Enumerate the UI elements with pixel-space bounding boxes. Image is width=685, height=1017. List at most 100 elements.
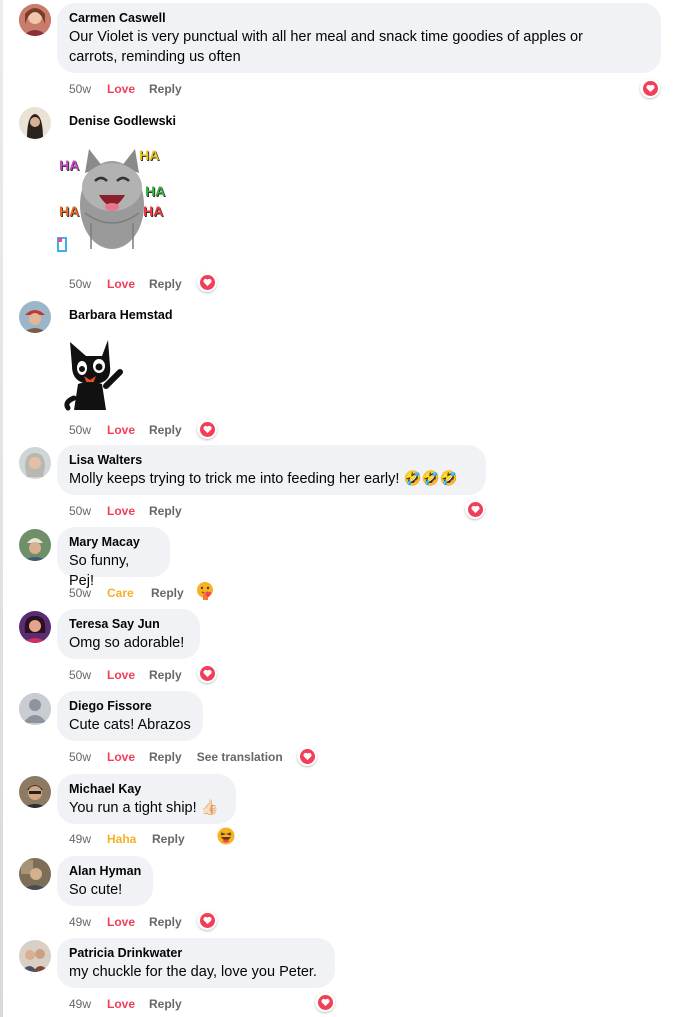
comment-timestamp[interactable]: 50w <box>69 504 107 518</box>
comment-text: Molly keeps trying to trick me into feed… <box>69 471 458 487</box>
comment-bubble: Teresa Say Jun Omg so adorable! <box>57 609 200 659</box>
comment-timestamp[interactable]: 50w <box>69 668 107 682</box>
default-profile-icon <box>19 693 51 725</box>
reply-link[interactable]: Reply <box>149 997 182 1011</box>
reply-link[interactable]: Reply <box>149 504 182 518</box>
comment-author[interactable]: Mary Macay <box>69 535 158 549</box>
comment-author[interactable]: Diego Fissore <box>69 699 191 713</box>
heart-icon <box>299 748 315 764</box>
black-cat-sticker <box>62 336 126 416</box>
avatar[interactable] <box>19 776 51 808</box>
sticker-ha-text: HA <box>139 147 160 163</box>
reaction-count-badge[interactable] <box>195 580 215 605</box>
comment-bubble: Michael Kay You run a tight ship! 👍🏻 <box>57 774 236 824</box>
love-reaction-link[interactable]: Love <box>107 915 149 929</box>
comment-author[interactable]: Alan Hyman <box>69 864 141 878</box>
comment-timestamp[interactable]: 50w <box>69 82 107 96</box>
reaction-count-badge[interactable] <box>197 910 217 930</box>
comment-actions: 49w Love Reply <box>69 915 182 929</box>
love-reaction-link[interactable]: Love <box>107 82 149 96</box>
love-reaction-link[interactable]: Love <box>107 504 149 518</box>
comment-author[interactable]: Barbara Hemstad <box>69 308 173 322</box>
love-reaction-link[interactable]: Love <box>107 997 149 1011</box>
avatar[interactable] <box>19 529 51 561</box>
reaction-count-badge[interactable] <box>197 272 217 292</box>
comment-text: carrots, reminding us often <box>69 49 241 65</box>
care-icon <box>195 580 215 605</box>
reply-link[interactable]: Reply <box>152 832 185 846</box>
reaction-count-badge[interactable] <box>216 827 236 848</box>
comment-bubble: Diego Fissore Cute cats! Abrazos <box>57 691 203 741</box>
reaction-count-badge[interactable] <box>640 78 660 98</box>
comment-timestamp[interactable]: 50w <box>69 750 107 764</box>
avatar[interactable] <box>19 301 51 333</box>
comment-author[interactable]: Carmen Caswell <box>69 11 649 25</box>
comment-actions: 50w Love Reply <box>69 668 182 682</box>
reply-link[interactable]: Reply <box>149 915 182 929</box>
reaction-count-badge[interactable] <box>197 663 217 683</box>
avatar[interactable] <box>19 447 51 479</box>
comment-actions: 50w Love Reply See translation <box>69 750 283 764</box>
comment-text: So cute! <box>69 882 123 898</box>
comment-bubble: Alan Hyman So cute! <box>57 856 153 906</box>
comment-timestamp[interactable]: 49w <box>69 915 107 929</box>
comment-timestamp[interactable]: 50w <box>69 277 107 291</box>
comment-bubble: Carmen Caswell Our Violet is very punctu… <box>57 3 661 73</box>
reply-link[interactable]: Reply <box>149 750 182 764</box>
see-translation-link[interactable]: See translation <box>197 750 283 764</box>
comment-text: So funny, Pej! <box>69 553 130 589</box>
reply-link[interactable]: Reply <box>149 668 182 682</box>
haha-reaction-link[interactable]: Haha <box>107 832 152 846</box>
avatar[interactable] <box>19 940 51 972</box>
love-reaction-link[interactable]: Love <box>107 668 149 682</box>
care-reaction-link[interactable]: Care <box>107 586 151 600</box>
sticker-ha-text: HA <box>59 157 80 173</box>
comment-timestamp[interactable]: 50w <box>69 586 107 600</box>
comment-author[interactable]: Patricia Drinkwater <box>69 946 323 960</box>
reply-link[interactable]: Reply <box>149 277 182 291</box>
reply-link[interactable]: Reply <box>149 423 182 437</box>
comment-text: Omg so adorable! <box>69 635 185 651</box>
comment-actions: 50w Love Reply <box>69 277 182 291</box>
sticker-ha-text: HA <box>59 203 80 219</box>
reply-link[interactable]: Reply <box>149 82 182 96</box>
comment-author[interactable]: Teresa Say Jun <box>69 617 188 631</box>
comment-timestamp[interactable]: 50w <box>69 423 107 437</box>
comment-timestamp[interactable]: 49w <box>69 832 107 846</box>
comment-actions: 50w Love Reply <box>69 423 182 437</box>
reaction-count-badge[interactable] <box>197 419 217 439</box>
avatar[interactable] <box>19 4 51 36</box>
comment-actions: 50w Love Reply <box>69 504 182 518</box>
comment-text: Our Violet is very punctual with all her… <box>69 29 583 45</box>
avatar[interactable] <box>19 858 51 890</box>
comment-actions: 49w Love Reply <box>69 997 182 1011</box>
comment-timestamp[interactable]: 49w <box>69 997 107 1011</box>
heart-icon <box>199 421 215 437</box>
comment-bubble: Lisa Walters Molly keeps trying to trick… <box>57 445 486 495</box>
heart-icon <box>199 912 215 928</box>
avatar[interactable] <box>19 693 51 725</box>
love-reaction-link[interactable]: Love <box>107 423 149 437</box>
love-reaction-link[interactable]: Love <box>107 277 149 291</box>
comment-bubble: Patricia Drinkwater my chuckle for the d… <box>57 938 335 988</box>
reply-link[interactable]: Reply <box>151 586 184 600</box>
love-reaction-link[interactable]: Love <box>107 750 149 764</box>
reaction-count-badge[interactable] <box>315 992 335 1012</box>
comment-author[interactable]: Michael Kay <box>69 782 224 796</box>
heart-icon <box>317 994 333 1010</box>
laughing-cat-ha-sticker: HA HA HA HA HA <box>55 143 170 261</box>
comment-author[interactable]: Lisa Walters <box>69 453 474 467</box>
comment-actions: 50w Love Reply <box>69 82 182 96</box>
avatar[interactable] <box>19 107 51 139</box>
reaction-count-badge[interactable] <box>465 499 485 519</box>
comment-text: Cute cats! Abrazos <box>69 717 191 733</box>
comment-actions: 50w Care Reply <box>69 586 184 600</box>
reaction-count-badge[interactable] <box>297 746 317 766</box>
left-edge-divider <box>0 0 3 1017</box>
sticker-ha-text: HA <box>145 183 166 199</box>
avatar[interactable] <box>19 611 51 643</box>
heart-icon <box>642 80 658 96</box>
comment-text: You run a tight ship! 👍🏻 <box>69 800 219 816</box>
comment-author[interactable]: Denise Godlewski <box>69 114 176 128</box>
heart-icon <box>467 501 483 517</box>
